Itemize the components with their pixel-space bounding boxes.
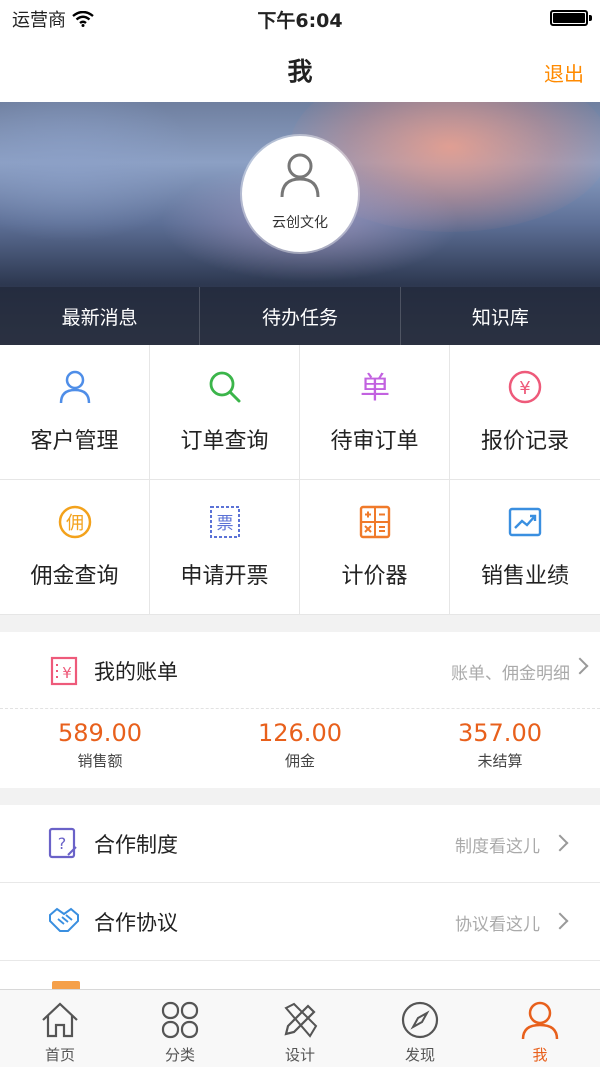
profile-tabs: 最新消息 待办任务 知识库 xyxy=(0,287,600,345)
tab-label: 分类 xyxy=(164,1046,195,1064)
avatar-user-icon xyxy=(280,153,320,198)
stat-value: 357.00 xyxy=(458,719,542,747)
function-grid: 客户管理 订单查询 单 待审订单 ¥ 报价记录 佣 佣金查询 票 申请开票 计价… xyxy=(0,345,600,615)
stat-unsettled[interactable]: 357.00 未结算 xyxy=(400,718,600,778)
page-title: 我 xyxy=(287,57,313,86)
stat-value: 126.00 xyxy=(258,719,342,747)
profile-name: 云创文化 xyxy=(272,215,328,231)
list-item-title: 合作制度 xyxy=(94,833,178,857)
tab-label: 首页 xyxy=(44,1046,75,1064)
trend-chart-icon xyxy=(508,507,542,537)
list-item-title: 合作协议 xyxy=(94,911,178,935)
stat-label: 销售额 xyxy=(77,752,123,770)
grid-label: 佣金查询 xyxy=(30,564,119,589)
grid-label: 客户管理 xyxy=(30,429,119,454)
svg-text:票: 票 xyxy=(217,514,234,534)
grid-item-apply-invoice[interactable]: 票 申请开票 xyxy=(150,480,300,615)
grid-item-commission-query[interactable]: 佣 佣金查询 xyxy=(0,480,150,615)
status-bar: 运营商 下午6:04 xyxy=(0,0,600,36)
yong-icon: 佣 xyxy=(58,505,92,539)
settings-list: ? 合作制度 制度看这儿 合作协议 协议看这儿 xyxy=(0,805,600,995)
my-bill-card: ¥ 我的账单 账单、佣金明细 589.00 销售额 126.00 佣金 357.… xyxy=(0,632,600,788)
tab-pending-tasks[interactable]: 待办任务 xyxy=(199,287,399,345)
my-bill-row[interactable]: ¥ 我的账单 账单、佣金明细 xyxy=(0,632,600,709)
tab-discover[interactable]: 发现 xyxy=(360,990,480,1067)
grid-item-customer-management[interactable]: 客户管理 xyxy=(0,345,150,480)
user-icon xyxy=(59,370,91,404)
search-icon xyxy=(209,371,241,403)
stat-sales[interactable]: 589.00 销售额 xyxy=(0,718,200,778)
grid-label: 销售业绩 xyxy=(480,564,569,589)
logout-button[interactable]: 退出 xyxy=(544,58,584,87)
svg-text:佣: 佣 xyxy=(66,513,84,534)
svg-text:单: 单 xyxy=(360,371,390,405)
tab-label: 设计 xyxy=(284,1046,315,1064)
grid-item-calculator[interactable]: 计价器 xyxy=(300,480,450,615)
home-icon xyxy=(42,1002,78,1038)
stat-label: 未结算 xyxy=(477,752,523,770)
user-icon xyxy=(521,1001,559,1040)
tab-label: 我 xyxy=(532,1046,548,1064)
tab-design[interactable]: 设计 xyxy=(240,990,360,1067)
nav-bar: 我 退出 xyxy=(0,36,600,102)
bill-detail-link[interactable]: 账单、佣金明细 xyxy=(451,659,570,684)
my-bill-title: 我的账单 xyxy=(94,660,178,684)
bill-icon: ¥ xyxy=(50,656,78,686)
document-question-icon: ? xyxy=(48,827,77,859)
tab-home[interactable]: 首页 xyxy=(0,990,120,1067)
handshake-icon xyxy=(49,907,79,932)
grid-label: 待审订单 xyxy=(330,429,419,454)
category-icon xyxy=(161,1001,199,1039)
grid-item-order-query[interactable]: 订单查询 xyxy=(150,345,300,480)
svg-text:?: ? xyxy=(58,834,67,853)
tab-bar: 首页 分类 设计 发现 我 xyxy=(0,989,600,1067)
grid-item-quote-records[interactable]: ¥ 报价记录 xyxy=(450,345,600,480)
list-item-link: 协议看这儿 xyxy=(455,915,540,935)
stat-commission[interactable]: 126.00 佣金 xyxy=(200,718,400,778)
grid-item-pending-orders[interactable]: 单 待审订单 xyxy=(300,345,450,480)
tab-category[interactable]: 分类 xyxy=(120,990,240,1067)
svg-text:¥: ¥ xyxy=(62,664,72,682)
chevron-right-icon xyxy=(571,657,589,675)
stat-label: 佣金 xyxy=(284,752,315,770)
tab-latest-news[interactable]: 最新消息 xyxy=(0,287,199,345)
profile-header: 云创文化 最新消息 待办任务 知识库 xyxy=(0,102,600,345)
chevron-right-icon xyxy=(551,912,569,930)
tab-label: 发现 xyxy=(404,1046,435,1064)
bill-stats: 589.00 销售额 126.00 佣金 357.00 未结算 xyxy=(0,718,600,778)
dan-icon: 单 xyxy=(360,371,390,405)
svg-text:¥: ¥ xyxy=(519,378,530,399)
avatar[interactable]: 云创文化 xyxy=(242,136,358,252)
calculator-icon xyxy=(359,505,391,539)
tab-me[interactable]: 我 xyxy=(480,990,600,1067)
yen-icon: ¥ xyxy=(508,370,542,404)
grid-label: 计价器 xyxy=(341,564,408,589)
battery-icon xyxy=(550,10,592,26)
design-icon xyxy=(284,1002,318,1038)
chevron-right-icon xyxy=(551,834,569,852)
list-item-cooperation-policy[interactable]: ? 合作制度 制度看这儿 xyxy=(0,805,600,883)
grid-label: 报价记录 xyxy=(480,429,569,454)
grid-label: 申请开票 xyxy=(180,564,269,589)
stat-value: 589.00 xyxy=(58,719,142,747)
clock: 下午6:04 xyxy=(257,10,343,32)
grid-label: 订单查询 xyxy=(180,429,269,454)
list-item-link: 制度看这儿 xyxy=(455,837,540,857)
tab-knowledge-base[interactable]: 知识库 xyxy=(399,287,600,345)
list-item-cooperation-agreement[interactable]: 合作协议 协议看这儿 xyxy=(0,883,600,961)
compass-icon xyxy=(401,1001,439,1039)
invoice-icon: 票 xyxy=(210,506,240,538)
grid-item-sales-performance[interactable]: 销售业绩 xyxy=(450,480,600,615)
